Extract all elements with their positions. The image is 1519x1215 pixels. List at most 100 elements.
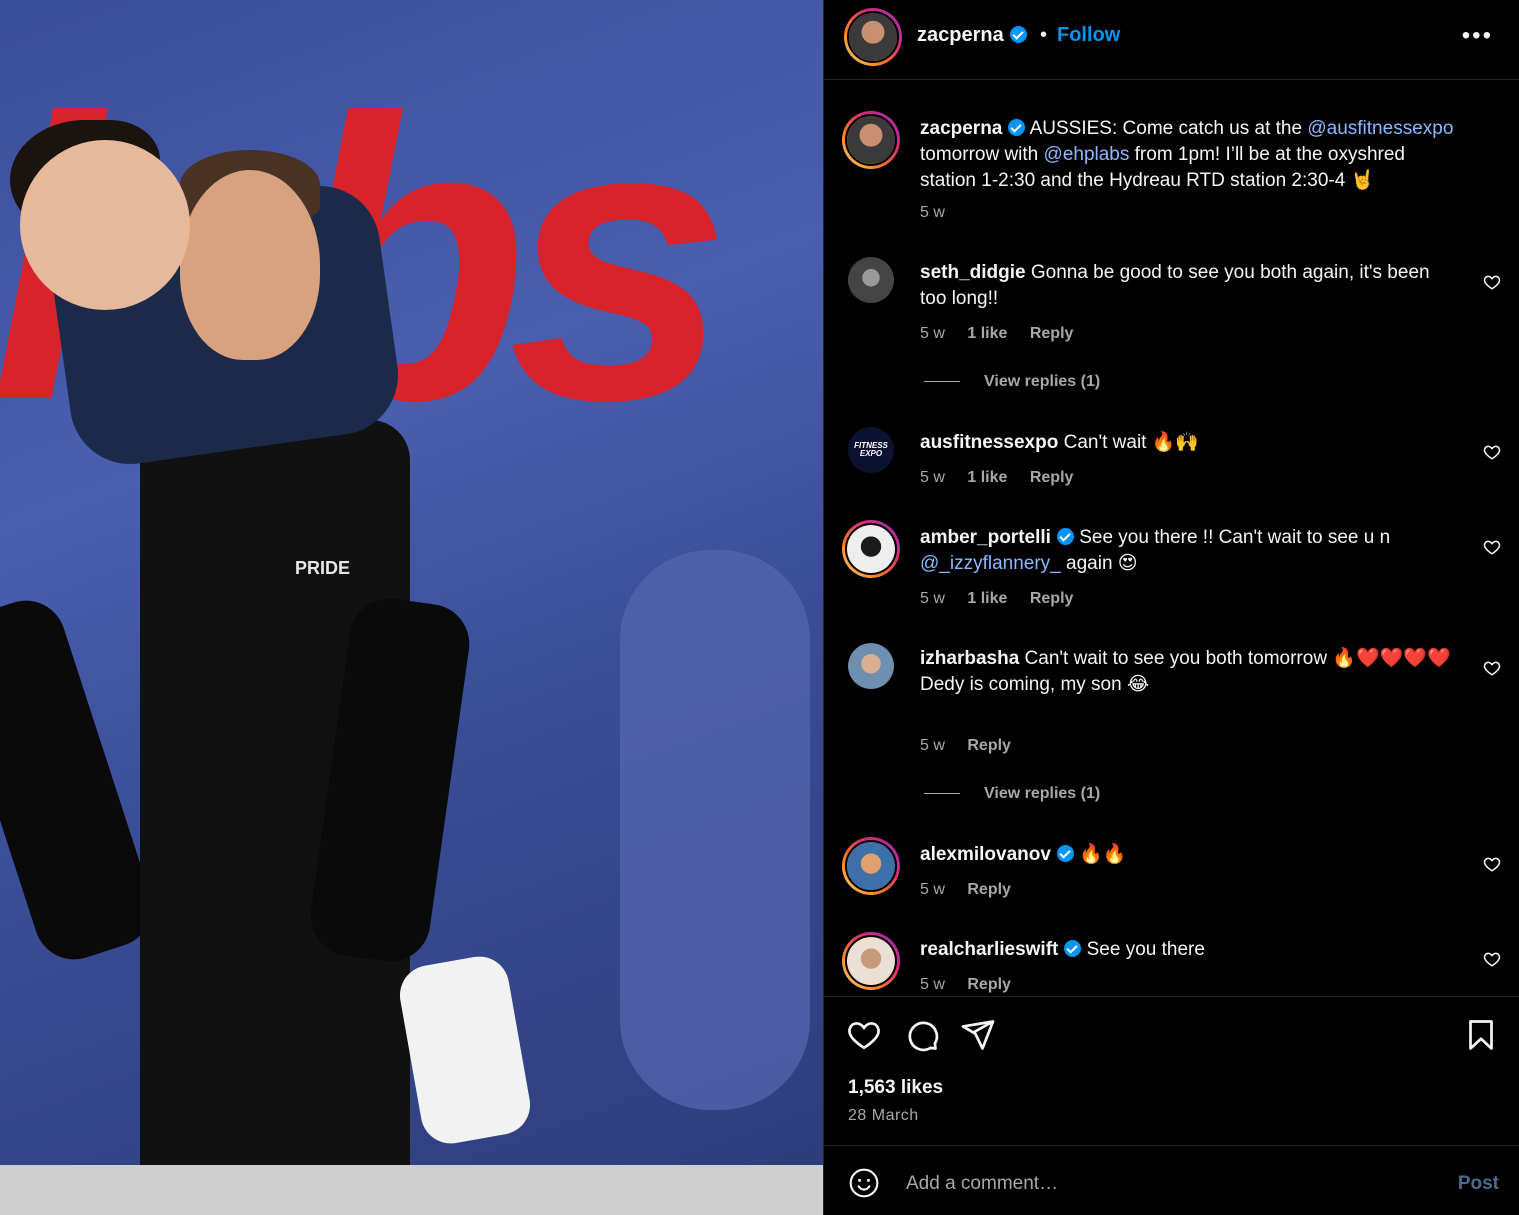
timestamp[interactable]: 5 w — [920, 590, 945, 607]
post-header: zacperna • Follow ••• — [824, 0, 1519, 80]
like-count[interactable]: 1 like — [967, 469, 1007, 486]
comments-list[interactable]: zacperna AUSSIES: Come catch us at the @… — [824, 81, 1519, 996]
verified-icon — [1056, 845, 1074, 862]
reply-button[interactable]: Reply — [967, 976, 1011, 993]
photo-shirt-text: PRIDE — [295, 558, 351, 578]
post-photo[interactable]: labs PRIDE — [0, 0, 823, 1215]
author-username[interactable]: zacperna — [917, 24, 1027, 47]
comment-text: realcharlieswift See you there — [920, 937, 1460, 963]
comment-like-icon[interactable] — [1483, 659, 1501, 677]
comment-like-icon[interactable] — [1483, 538, 1501, 556]
comment-like-icon[interactable] — [1483, 273, 1501, 291]
caption-part: AUSSIES: Come catch us at the — [1029, 118, 1308, 139]
commenter-avatar[interactable] — [848, 257, 894, 303]
comment-icon[interactable] — [904, 1017, 940, 1053]
caption-meta: 5 w — [920, 204, 963, 222]
reply-button[interactable]: Reply — [1030, 325, 1074, 342]
timestamp[interactable]: 5 w — [920, 881, 945, 898]
commenter-avatar[interactable] — [842, 520, 900, 578]
verified-icon — [1009, 26, 1027, 43]
post-comment-button[interactable]: Post — [1458, 1173, 1499, 1195]
comment-username[interactable]: ausfitnessexpo — [920, 432, 1058, 453]
timestamp[interactable]: 5 w — [920, 976, 945, 993]
comment-input[interactable] — [906, 1169, 1426, 1199]
timestamp[interactable]: 5 w — [920, 737, 945, 754]
caption-text: zacperna AUSSIES: Come catch us at the @… — [920, 116, 1460, 194]
replies-line — [924, 381, 960, 383]
comment-meta: 5 w 1 like Reply — [920, 469, 1091, 487]
comment-body: See you there !! Can't wait to see u n — [1079, 527, 1391, 548]
view-replies-label[interactable]: View replies (1) — [984, 785, 1100, 802]
comment-like-icon[interactable] — [1483, 855, 1501, 873]
photo-woman-head — [20, 140, 190, 310]
comment-like-icon[interactable] — [1483, 950, 1501, 968]
like-count[interactable]: 1,563 likes — [848, 1077, 943, 1099]
photo-sneaker — [395, 951, 535, 1149]
commenter-avatar[interactable] — [842, 837, 900, 895]
reply-button[interactable]: Reply — [967, 881, 1011, 898]
comment-text: izharbasha Can't wait to see you both to… — [920, 646, 1460, 698]
post-details-panel: zacperna • Follow ••• zacperna AUSSIES: … — [823, 0, 1519, 1215]
comment-meta: 5 w Reply — [920, 737, 1029, 755]
comment-text: seth_didgie Gonna be good to see you bot… — [920, 260, 1460, 312]
author-username-text[interactable]: zacperna — [917, 24, 1004, 46]
comment-username[interactable]: amber_portelli — [920, 527, 1051, 548]
caption-avatar[interactable] — [842, 111, 900, 169]
comment-text: ausfitnessexpo Can't wait 🔥🙌 — [920, 430, 1460, 456]
view-replies-label[interactable]: View replies (1) — [984, 373, 1100, 390]
mention-link[interactable]: @ehplabs — [1044, 144, 1130, 165]
commenter-avatar[interactable] — [848, 643, 894, 689]
comment-meta: 5 w Reply — [920, 976, 1029, 994]
replies-line — [924, 793, 960, 795]
heart-icon[interactable] — [846, 1017, 882, 1053]
photo-floor — [0, 1165, 823, 1215]
timestamp[interactable]: 5 w — [920, 469, 945, 486]
comment-text: amber_portelli See you there !! Can't wa… — [920, 525, 1460, 577]
post-actions: 1,563 likes 28 March — [824, 996, 1519, 1146]
avatar-logo-text: FITNESS EXPO — [854, 441, 888, 458]
photo-man-head — [180, 170, 320, 360]
comment-username[interactable]: realcharlieswift — [920, 939, 1058, 960]
caption-username[interactable]: zacperna — [920, 118, 1002, 139]
comment-meta: 5 w 1 like Reply — [920, 325, 1091, 343]
photo-woman-leg — [0, 590, 163, 970]
more-options-icon[interactable]: ••• — [1462, 22, 1493, 50]
caption-part: tomorrow with — [920, 144, 1044, 165]
bookmark-icon[interactable] — [1463, 1017, 1499, 1053]
comment-body: Can't wait 🔥🙌 — [1063, 432, 1200, 453]
comment-body: See you there — [1086, 939, 1205, 960]
share-icon[interactable] — [960, 1017, 996, 1053]
verified-icon — [1056, 528, 1074, 545]
reply-button[interactable]: Reply — [1030, 469, 1074, 486]
timestamp[interactable]: 5 w — [920, 204, 945, 221]
comment-meta: 5 w Reply — [920, 881, 1029, 899]
comment-body: 🔥🔥 — [1079, 844, 1127, 865]
timestamp[interactable]: 5 w — [920, 325, 945, 342]
comment-meta: 5 w 1 like Reply — [920, 590, 1091, 608]
commenter-avatar[interactable]: FITNESS EXPO — [848, 427, 894, 473]
author-avatar[interactable] — [844, 8, 902, 66]
view-replies-button[interactable]: View replies (1) — [924, 373, 1100, 391]
verified-icon — [1008, 119, 1026, 136]
mention-link[interactable]: @_izzyflannery_ — [920, 553, 1061, 574]
like-count[interactable]: 1 like — [967, 325, 1007, 342]
comment-username[interactable]: izharbasha — [920, 648, 1019, 669]
reply-button[interactable]: Reply — [967, 737, 1011, 754]
comment-username[interactable]: alexmilovanov — [920, 844, 1051, 865]
comment-username[interactable]: seth_didgie — [920, 262, 1026, 283]
comment-bar: Post — [824, 1147, 1519, 1215]
verified-icon — [1064, 940, 1082, 957]
like-count[interactable]: 1 like — [967, 590, 1007, 607]
comment-body: Dedy is coming, my son 😂 — [920, 674, 1150, 695]
follow-button[interactable]: Follow — [1057, 24, 1120, 47]
post-date[interactable]: 28 March — [848, 1107, 919, 1125]
mention-link[interactable]: @ausfitnessexpo — [1307, 118, 1453, 139]
view-replies-button[interactable]: View replies (1) — [924, 785, 1100, 803]
comment-body: Can't wait to see you both tomorrow 🔥❤️❤… — [1024, 648, 1451, 669]
commenter-avatar[interactable] — [842, 932, 900, 990]
comment-like-icon[interactable] — [1483, 443, 1501, 461]
comment-body: again 😍 — [1060, 553, 1138, 574]
reply-button[interactable]: Reply — [1030, 590, 1074, 607]
photo-background-arm — [620, 550, 810, 1110]
emoji-icon[interactable] — [848, 1167, 880, 1199]
